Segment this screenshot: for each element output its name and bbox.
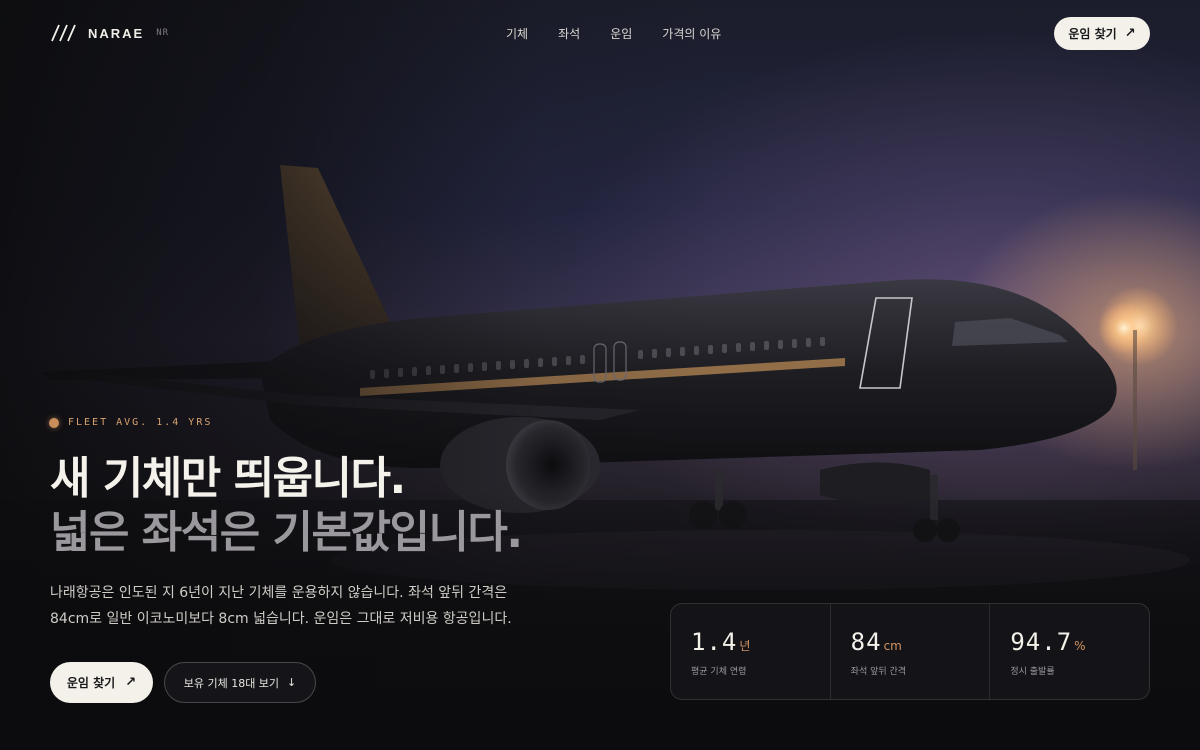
brand-code: NR [156, 28, 170, 38]
arrow-up-right-icon: ↗ [1124, 26, 1136, 41]
slash-stripes-logo-icon [51, 24, 76, 42]
stat-unit: cm [883, 639, 902, 653]
stat-value: 94.7 [1010, 628, 1073, 656]
nav-item-seats[interactable]: 좌석 [558, 25, 580, 42]
brand-logo[interactable]: NARAE NR [50, 24, 169, 42]
stat-on-time: 94.7 % 정시 출발률 [990, 604, 1149, 699]
fleet-badge: FLEET AVG. 1.4 YRS [49, 417, 212, 428]
headline-line-1: 새 기체만 띄웁니다. [50, 453, 406, 504]
nav-item-fares[interactable]: 운임 [610, 25, 632, 42]
stat-fleet-age: 1.4 년 평균 기체 연령 [671, 604, 831, 699]
stat-label: 평균 기체 연령 [691, 667, 747, 677]
arrow-up-right-icon: ↗ [125, 675, 137, 690]
find-fare-button[interactable]: 운임 찾기 ↗ [50, 662, 153, 703]
description-line-1: 나래항공은 인도된 지 6년이 지난 기체를 운용하지 않습니다. 좌석 앞뒤 … [50, 585, 508, 601]
main-menu: 기체 좌석 운임 가격의 이유 [506, 25, 721, 42]
arrow-down-icon: ↓ [287, 676, 297, 689]
view-fleet-button[interactable]: 보유 기체 18대 보기 ↓ [164, 662, 316, 703]
nav-item-price-reason[interactable]: 가격의 이유 [662, 25, 721, 42]
description-line-2: 84cm로 일반 이코노미보다 8cm 넓습니다. 운임은 그대로 저비용 항공… [50, 611, 512, 627]
headline-line-2: 넓은 좌석은 기본값입니다. [50, 507, 523, 558]
stat-label: 정시 출발률 [1010, 667, 1055, 677]
hero-description: 나래항공은 인도된 지 6년이 지난 기체를 운용하지 않습니다. 좌석 앞뒤 … [50, 580, 550, 632]
stats-panel: 1.4 년 평균 기체 연령 84 cm 좌석 앞뒤 간격 94.7 % 정시 … [670, 603, 1150, 700]
status-dot-icon [49, 417, 59, 428]
hero-headline: 새 기체만 띄웁니다. 넓은 좌석은 기본값입니다. [50, 452, 523, 560]
stat-unit: % [1074, 639, 1086, 653]
top-nav: NARAE NR 기체 좌석 운임 가격의 이유 운임 찾기 ↗ [0, 0, 1200, 66]
stat-unit: 년 [739, 639, 751, 653]
find-fare-label: 운임 찾기 [66, 676, 116, 690]
brand-name: NARAE [88, 25, 145, 41]
stat-value: 84 [850, 628, 882, 656]
find-fare-nav-button[interactable]: 운임 찾기 ↗ [1054, 17, 1150, 50]
fleet-badge-text: FLEET AVG. 1.4 YRS [68, 417, 213, 428]
find-fare-nav-label: 운임 찾기 [1068, 27, 1117, 41]
stat-seat-pitch: 84 cm 좌석 앞뒤 간격 [831, 604, 991, 699]
nav-item-aircraft[interactable]: 기체 [506, 25, 528, 42]
view-fleet-label: 보유 기체 18대 보기 [183, 676, 280, 690]
stat-value: 1.4 [691, 628, 738, 656]
stat-label: 좌석 앞뒤 간격 [850, 667, 907, 677]
